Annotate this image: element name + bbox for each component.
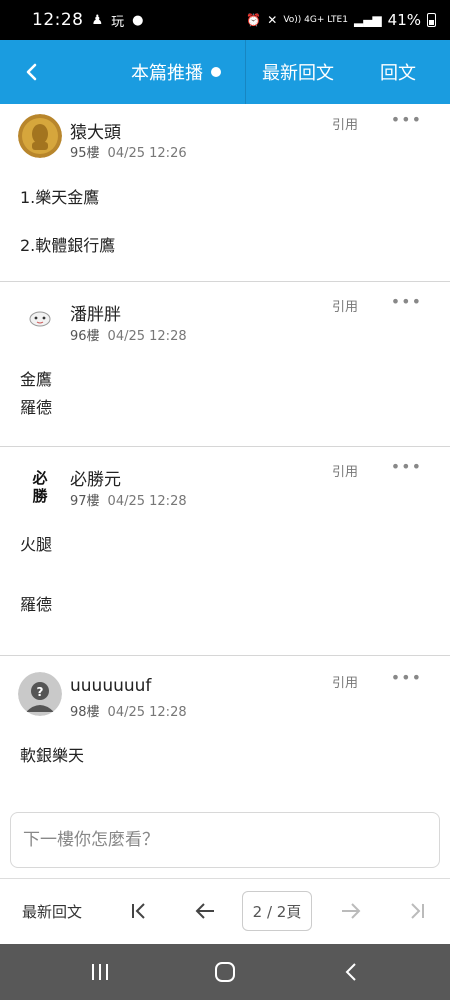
quote-button[interactable]: 引用: [332, 672, 358, 691]
post-meta: 97樓 04/25 12:28: [70, 490, 187, 509]
post-time: 04/25 12:26: [107, 146, 187, 161]
more-options-icon[interactable]: •••: [391, 292, 422, 311]
first-page-button[interactable]: [125, 897, 153, 925]
reply-button[interactable]: 回文: [380, 40, 416, 104]
tab-latest-reply[interactable]: 最新回文: [262, 40, 334, 104]
more-options-icon[interactable]: •••: [391, 457, 422, 476]
post-body-line: 軟銀樂天: [20, 746, 85, 765]
system-nav-bar: [0, 944, 450, 1000]
post-meta: 95樓 04/25 12:26: [70, 142, 187, 161]
reply-button-label: 回文: [380, 63, 416, 84]
post-time: 04/25 12:28: [107, 329, 187, 344]
toggle-dot-icon: [211, 67, 221, 77]
post-body-line: 羅德: [20, 398, 53, 417]
tab-latest-label: 最新回文: [262, 63, 334, 84]
avatar[interactable]: [18, 114, 62, 158]
post-time: 04/25 12:28: [107, 494, 187, 509]
post-item: 猿大頭 95樓 04/25 12:26 引用 ••• 1.樂天金鷹 2.軟體銀行鷹: [0, 104, 450, 282]
chat-notification-icon: ●: [132, 12, 144, 28]
last-page-button[interactable]: [403, 897, 431, 925]
arrow-right-icon: [342, 903, 361, 919]
avatar[interactable]: ?: [18, 672, 62, 716]
home-button[interactable]: [212, 960, 238, 984]
quote-button[interactable]: 引用: [332, 296, 358, 315]
home-icon: [215, 962, 235, 982]
floor-number: 98樓: [70, 705, 100, 720]
quote-button[interactable]: 引用: [332, 461, 358, 480]
post-time: 04/25 12:28: [107, 705, 187, 720]
page-indicator[interactable]: 2 / 2頁: [242, 891, 312, 931]
post-body-line: 金鷹: [20, 370, 53, 389]
tab-push-label: 本篇推播: [131, 63, 203, 84]
tab-push-notify[interactable]: 本篇推播: [131, 40, 246, 104]
app-notification-icon: 玩: [111, 14, 125, 30]
post-list: 猿大頭 95樓 04/25 12:26 引用 ••• 1.樂天金鷹 2.軟體銀行鷹…: [0, 104, 450, 804]
post-body-line: 羅德: [20, 595, 53, 614]
signal-icon: ▂▄▆: [353, 13, 382, 27]
first-page-icon: [132, 903, 145, 919]
reply-input[interactable]: [23, 830, 439, 850]
svg-text:?: ?: [37, 685, 44, 699]
floor-number: 95樓: [70, 146, 100, 161]
battery-icon: [427, 13, 436, 27]
post-body-line: 火腿: [20, 535, 53, 554]
quote-button[interactable]: 引用: [332, 114, 358, 133]
back-chevron-icon: [345, 963, 356, 981]
pagination-bar: 最新回文 2 / 2頁: [0, 879, 450, 944]
mute-icon: ✕: [267, 13, 278, 27]
back-button[interactable]: [0, 40, 64, 104]
post-item: 潘胖胖 96樓 04/25 12:28 引用 ••• 金鷹 羅德: [0, 282, 450, 447]
status-time: 12:28: [32, 10, 84, 30]
avatar[interactable]: 必勝: [18, 463, 62, 507]
username[interactable]: 猿大頭: [70, 118, 121, 143]
latest-reply-link[interactable]: 最新回文: [22, 901, 82, 922]
username[interactable]: 必勝元: [70, 465, 121, 490]
post-item: ? uuuuuuuf 98樓 04/25 12:28 引用 ••• 軟銀樂天: [0, 656, 450, 804]
more-options-icon[interactable]: •••: [391, 668, 422, 687]
reply-input-box[interactable]: [10, 812, 440, 868]
username[interactable]: uuuuuuuf: [70, 676, 151, 696]
post-meta: 98樓 04/25 12:28: [70, 701, 187, 720]
notification-icon: ♟: [91, 12, 104, 28]
post-body-line: 1.樂天金鷹: [20, 188, 100, 207]
system-back-button[interactable]: [338, 960, 364, 984]
username[interactable]: 潘胖胖: [70, 300, 121, 325]
svg-text:必: 必: [31, 469, 47, 487]
last-page-icon: [411, 903, 424, 919]
floor-number: 96樓: [70, 329, 100, 344]
chevron-left-icon: [26, 63, 37, 81]
app-header: 本篇推播 最新回文 回文: [0, 40, 450, 104]
recent-apps-icon: [92, 964, 108, 980]
status-bar: 12:28 ♟ 玩 ● ⏰ ✕ Vo)) 4G+ LTE1 ▂▄▆ 41%: [0, 0, 450, 40]
battery-percent: 41%: [387, 11, 421, 29]
next-page-button[interactable]: [337, 897, 365, 925]
floor-number: 97樓: [70, 494, 100, 509]
avatar[interactable]: [18, 296, 62, 340]
alarm-icon: ⏰: [246, 13, 262, 27]
post-body-line: 2.軟體銀行鷹: [20, 236, 116, 255]
post-item: 必勝 必勝元 97樓 04/25 12:28 引用 ••• 火腿 羅德: [0, 447, 450, 656]
prev-page-button[interactable]: [191, 897, 219, 925]
svg-text:勝: 勝: [32, 487, 48, 505]
recent-apps-button[interactable]: [87, 960, 113, 984]
network-text: Vo)) 4G+ LTE1: [283, 15, 348, 25]
post-meta: 96樓 04/25 12:28: [70, 325, 187, 344]
arrow-left-icon: [195, 903, 214, 919]
more-options-icon[interactable]: •••: [391, 110, 422, 129]
